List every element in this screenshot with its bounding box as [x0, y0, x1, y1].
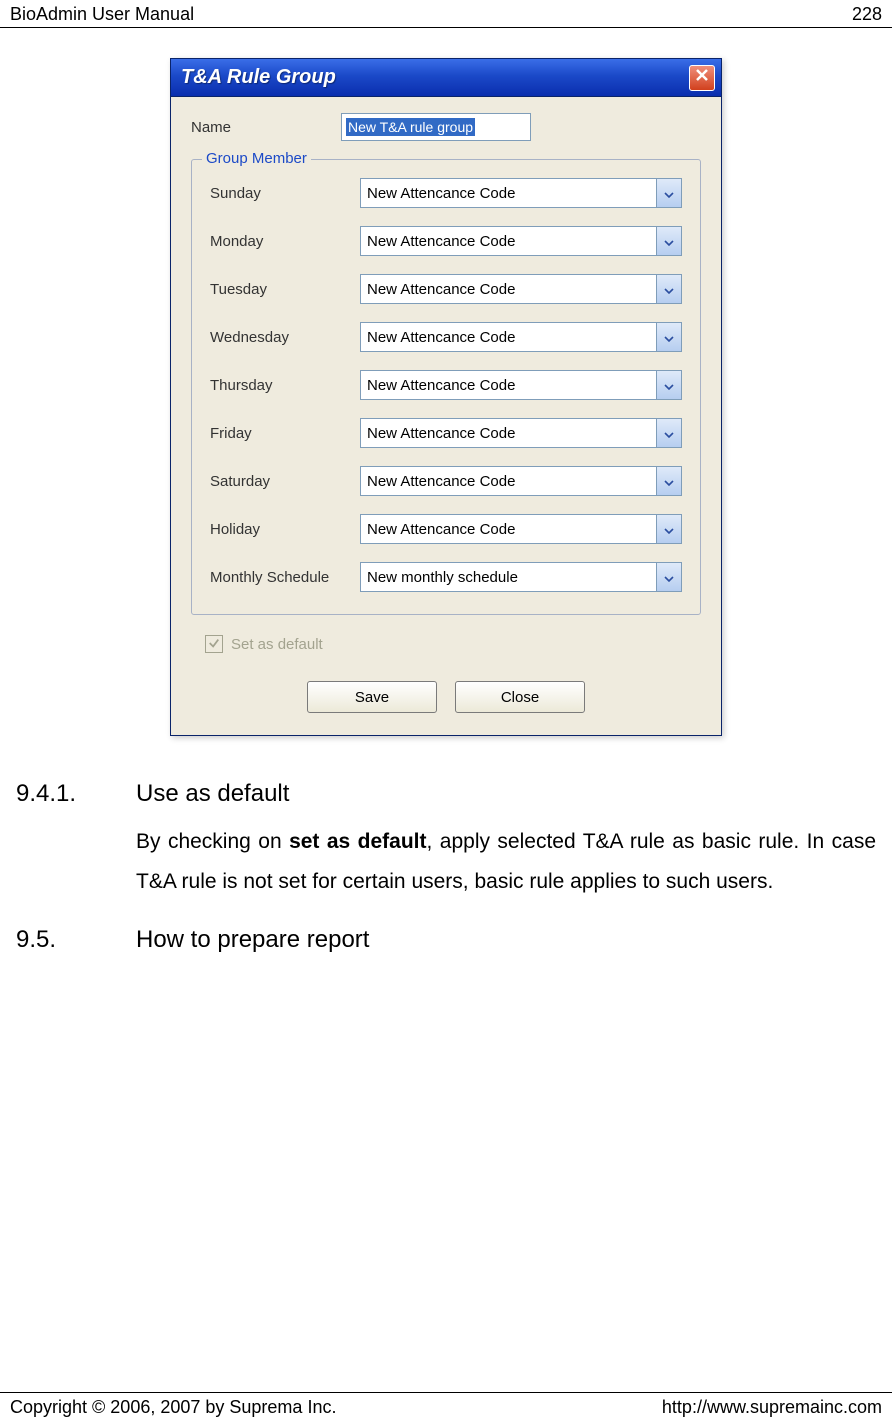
chevron-down-icon: [664, 425, 674, 442]
section-title: How to prepare report: [136, 926, 369, 954]
chevron-down-icon: [664, 569, 674, 586]
section-heading: 9.4.1. Use as default: [16, 780, 876, 808]
combo-value: New Attencance Code: [360, 274, 656, 304]
copyright-text: Copyright © 2006, 2007 by Suprema Inc.: [10, 1397, 336, 1418]
dialog-title: T&A Rule Group: [181, 66, 336, 89]
save-label: Save: [355, 689, 389, 706]
combo-value: New Attencance Code: [360, 322, 656, 352]
page-footer: Copyright © 2006, 2007 by Suprema Inc. h…: [0, 1392, 892, 1418]
combo-tuesday[interactable]: New Attencance Code: [360, 274, 682, 304]
dialog-button-row: Save Close: [191, 681, 701, 713]
combo-dropdown-button[interactable]: [656, 466, 682, 496]
combo-monday[interactable]: New Attencance Code: [360, 226, 682, 256]
combo-label: Holiday: [210, 521, 360, 538]
combo-row: SaturdayNew Attencance Code: [210, 466, 682, 496]
combo-row: FridayNew Attencance Code: [210, 418, 682, 448]
document-title: BioAdmin User Manual: [10, 4, 194, 25]
dialog-titlebar: T&A Rule Group: [171, 59, 721, 97]
name-value: New T&A rule group: [346, 118, 475, 136]
section-heading: 9.5. How to prepare report: [16, 926, 876, 954]
footer-url: http://www.supremainc.com: [662, 1397, 882, 1418]
combo-value: New Attencance Code: [360, 226, 656, 256]
ta-rule-group-dialog: T&A Rule Group Name New T&A rule group G…: [170, 58, 722, 736]
combo-label: Monday: [210, 233, 360, 250]
combo-holiday[interactable]: New Attencance Code: [360, 514, 682, 544]
section-body: By checking on set as default, apply sel…: [16, 822, 876, 902]
page-number: 228: [852, 4, 882, 25]
combo-row: ThursdayNew Attencance Code: [210, 370, 682, 400]
section-number: 9.5.: [16, 926, 86, 954]
chevron-down-icon: [664, 329, 674, 346]
combo-dropdown-button[interactable]: [656, 370, 682, 400]
combo-dropdown-button[interactable]: [656, 322, 682, 352]
combo-dropdown-button[interactable]: [656, 562, 682, 592]
combo-label: Thursday: [210, 377, 360, 394]
set-default-checkbox[interactable]: [205, 635, 223, 653]
combo-dropdown-button[interactable]: [656, 418, 682, 448]
combo-dropdown-button[interactable]: [656, 274, 682, 304]
close-label: Close: [501, 689, 539, 706]
section-9-5: 9.5. How to prepare report: [10, 912, 882, 978]
combo-value: New Attencance Code: [360, 370, 656, 400]
combo-row: Monthly ScheduleNew monthly schedule: [210, 562, 682, 592]
combo-row: WednesdayNew Attencance Code: [210, 322, 682, 352]
group-member-fieldset: Group Member SundayNew Attencance CodeMo…: [191, 159, 701, 615]
combo-label: Tuesday: [210, 281, 360, 298]
combo-value: New Attencance Code: [360, 514, 656, 544]
combo-label: Monthly Schedule: [210, 569, 360, 586]
set-default-label: Set as default: [231, 636, 323, 653]
dialog-body: Name New T&A rule group Group Member Sun…: [171, 97, 721, 735]
combo-row: HolidayNew Attencance Code: [210, 514, 682, 544]
chevron-down-icon: [664, 233, 674, 250]
combo-label: Wednesday: [210, 329, 360, 346]
combo-value: New Attencance Code: [360, 178, 656, 208]
combo-row: SundayNew Attencance Code: [210, 178, 682, 208]
chevron-down-icon: [664, 185, 674, 202]
close-dialog-button[interactable]: Close: [455, 681, 585, 713]
name-row: Name New T&A rule group: [191, 113, 701, 141]
combo-dropdown-button[interactable]: [656, 178, 682, 208]
page-content: T&A Rule Group Name New T&A rule group G…: [0, 28, 892, 988]
set-default-row: Set as default: [205, 635, 701, 653]
combo-value: New Attencance Code: [360, 466, 656, 496]
chevron-down-icon: [664, 377, 674, 394]
combo-saturday[interactable]: New Attencance Code: [360, 466, 682, 496]
body-text-bold: set as default: [289, 830, 426, 853]
combo-label: Sunday: [210, 185, 360, 202]
close-button[interactable]: [689, 65, 715, 91]
fieldset-legend: Group Member: [202, 150, 311, 167]
combo-wednesday[interactable]: New Attencance Code: [360, 322, 682, 352]
combo-label: Saturday: [210, 473, 360, 490]
combo-label: Friday: [210, 425, 360, 442]
page-header: BioAdmin User Manual 228: [0, 0, 892, 28]
combo-row: TuesdayNew Attencance Code: [210, 274, 682, 304]
close-icon: [695, 68, 709, 87]
name-label: Name: [191, 119, 341, 136]
combo-value: New monthly schedule: [360, 562, 656, 592]
combo-friday[interactable]: New Attencance Code: [360, 418, 682, 448]
check-icon: [208, 636, 220, 653]
combo-dropdown-button[interactable]: [656, 226, 682, 256]
combo-value: New Attencance Code: [360, 418, 656, 448]
section-title: Use as default: [136, 780, 289, 808]
name-input[interactable]: New T&A rule group: [341, 113, 531, 141]
combo-dropdown-button[interactable]: [656, 514, 682, 544]
body-text-pre: By checking on: [136, 830, 289, 853]
combo-thursday[interactable]: New Attencance Code: [360, 370, 682, 400]
section-9-4-1: 9.4.1. Use as default By checking on set…: [10, 766, 882, 912]
combo-row: MondayNew Attencance Code: [210, 226, 682, 256]
chevron-down-icon: [664, 521, 674, 538]
section-number: 9.4.1.: [16, 780, 86, 808]
combo-monthly-schedule[interactable]: New monthly schedule: [360, 562, 682, 592]
combo-sunday[interactable]: New Attencance Code: [360, 178, 682, 208]
chevron-down-icon: [664, 473, 674, 490]
chevron-down-icon: [664, 281, 674, 298]
save-button[interactable]: Save: [307, 681, 437, 713]
